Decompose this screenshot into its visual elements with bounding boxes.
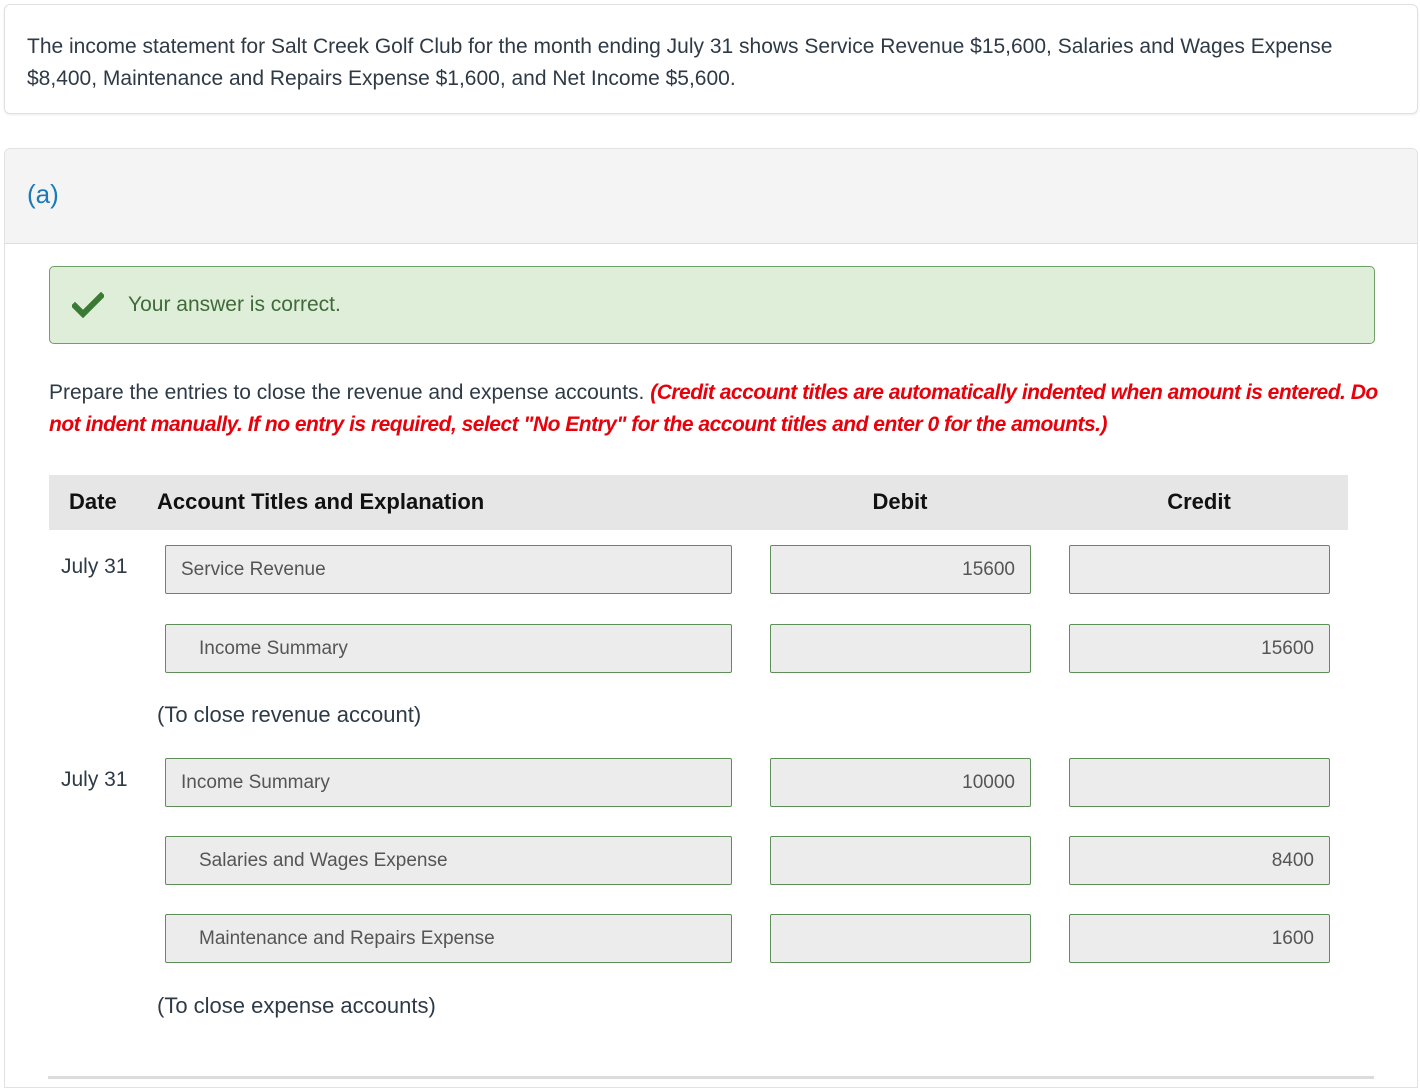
instructions-main: Prepare the entries to close the revenue…	[49, 381, 651, 404]
journal-header: Date Account Titles and Explanation Debi…	[49, 475, 1348, 530]
debit-input[interactable]: 10000	[770, 758, 1031, 807]
entry-date: July 31	[61, 555, 128, 578]
debit-input[interactable]: 15600	[770, 545, 1031, 594]
question-card: The income statement for Salt Creek Golf…	[4, 4, 1418, 114]
section-divider	[48, 1076, 1374, 1079]
header-account: Account Titles and Explanation	[157, 489, 485, 514]
account-title-input[interactable]: Income Summary	[165, 624, 732, 673]
entry-date: July 31	[61, 768, 128, 791]
credit-input[interactable]	[1069, 758, 1330, 807]
journal-row: Income Summary 15600	[49, 624, 1349, 673]
credit-input[interactable]: 1600	[1069, 914, 1330, 963]
feedback-text: Your answer is correct.	[128, 293, 341, 316]
feedback-banner: Your answer is correct.	[49, 266, 1375, 344]
account-title-input[interactable]: Maintenance and Repairs Expense	[165, 914, 732, 963]
journal-row: Salaries and Wages Expense 8400	[49, 836, 1349, 885]
journal-row: July 31 Service Revenue 15600	[49, 545, 1349, 594]
header-debit: Debit	[872, 489, 928, 514]
header-date: Date	[69, 489, 117, 514]
account-title-input[interactable]: Salaries and Wages Expense	[165, 836, 732, 885]
credit-input[interactable]	[1069, 545, 1330, 594]
question-text: The income statement for Salt Creek Golf…	[27, 35, 1333, 90]
header-credit: Credit	[1167, 489, 1231, 514]
journal-row: Maintenance and Repairs Expense 1600	[49, 914, 1349, 963]
entry-explanation: (To close expense accounts)	[157, 993, 436, 1018]
check-icon	[72, 292, 104, 318]
credit-input[interactable]: 8400	[1069, 836, 1330, 885]
account-title-input[interactable]: Service Revenue	[165, 545, 732, 594]
journal-row: July 31 Income Summary 10000	[49, 758, 1349, 807]
credit-input[interactable]: 15600	[1069, 624, 1330, 673]
part-label: (a)	[27, 179, 59, 209]
part-a-card: (a) Your answer is correct. Prepare the …	[4, 148, 1418, 1088]
debit-input[interactable]	[770, 836, 1031, 885]
debit-input[interactable]	[770, 624, 1031, 673]
entry-explanation: (To close revenue account)	[157, 702, 422, 727]
account-title-input[interactable]: Income Summary	[165, 758, 732, 807]
debit-input[interactable]	[770, 914, 1031, 963]
part-header: (a)	[5, 149, 1417, 244]
instructions: Prepare the entries to close the revenue…	[49, 377, 1379, 441]
